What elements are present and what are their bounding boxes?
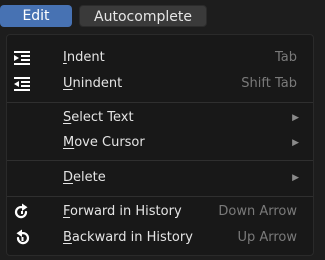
menu-item-label: Delete — [63, 170, 106, 185]
shortcut-label: Shift Tab — [241, 76, 297, 91]
menubar: Edit Autocomplete — [0, 0, 325, 33]
menu-item-delete[interactable]: Delete ▶ — [7, 165, 313, 191]
submenu-arrow-icon: ▶ — [292, 173, 299, 183]
menu-item-label: Move Cursor — [63, 135, 145, 150]
unindent-icon — [13, 75, 31, 93]
shortcut-label: Tab — [274, 50, 297, 65]
indent-icon — [13, 49, 31, 67]
menu-item-label: Indent — [63, 50, 105, 65]
edit-dropdown-menu: Indent Tab Unindent Shift Tab Select Tex… — [6, 34, 314, 256]
menu-item-label: Backward in History — [63, 230, 193, 245]
menu-item-select-text[interactable]: Select Text ▶ — [7, 105, 313, 131]
menu-item-move-cursor[interactable]: Move Cursor ▶ — [7, 130, 313, 156]
menu-item-label: Unindent — [63, 76, 123, 91]
menu-separator — [7, 196, 313, 197]
autocomplete-menu-button[interactable]: Autocomplete — [79, 5, 207, 27]
menu-item-forward-history[interactable]: Forward in History Down Arrow — [7, 199, 313, 225]
menu-item-label: Select Text — [63, 110, 134, 125]
menu-item-label: Forward in History — [63, 204, 182, 219]
menu-item-backward-history[interactable]: Backward in History Up Arrow — [7, 225, 313, 251]
shortcut-label: Down Arrow — [218, 204, 297, 219]
menu-item-indent[interactable]: Indent Tab — [7, 45, 313, 71]
menu-separator — [7, 160, 313, 161]
shortcut-label: Up Arrow — [237, 230, 297, 245]
submenu-arrow-icon: ▶ — [292, 113, 299, 123]
menu-separator — [7, 102, 313, 103]
undo-icon — [13, 229, 31, 247]
redo-icon — [13, 203, 31, 221]
edit-menu-button[interactable]: Edit — [0, 5, 72, 27]
submenu-arrow-icon: ▶ — [292, 138, 299, 148]
menu-item-unindent[interactable]: Unindent Shift Tab — [7, 71, 313, 97]
